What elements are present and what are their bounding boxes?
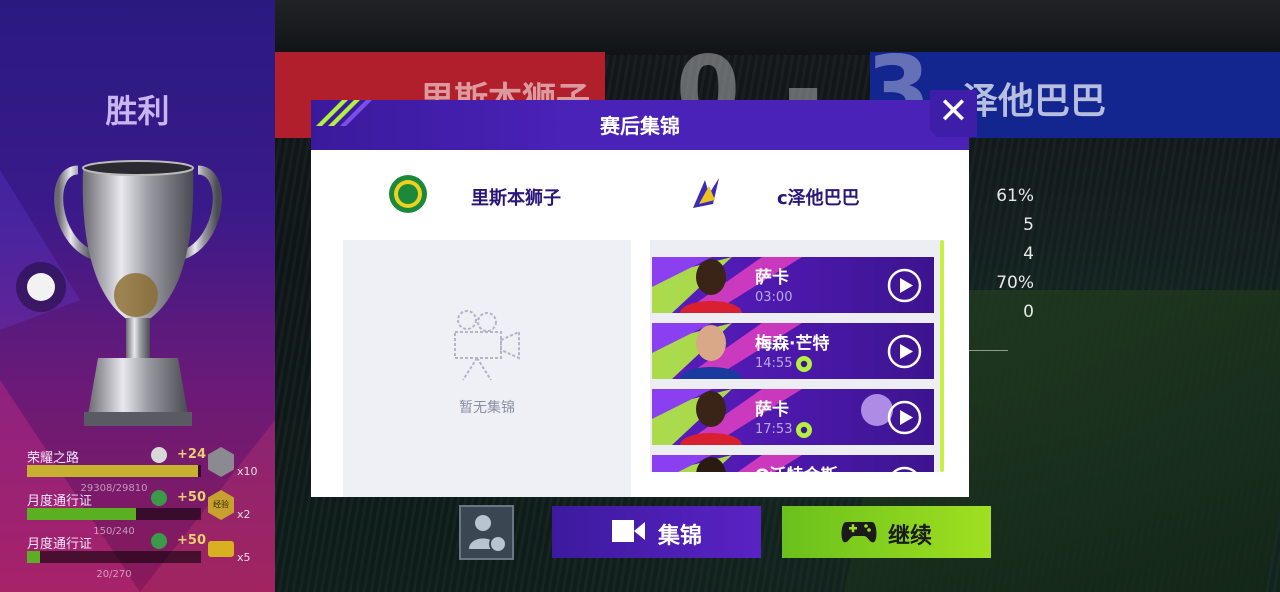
empty-highlights-text: 暂无集锦 (459, 400, 515, 416)
progress-label: 月度通行证 (27, 494, 93, 509)
highlights-button-label: 集锦 (658, 524, 703, 549)
camera-empty-icon (454, 310, 520, 381)
away-highlights-list: 萨卡 03:00 梅森·芒特 14:55 萨卡 17:53 Q沃特金斯 (650, 240, 940, 472)
progress-gain: +24 (177, 447, 206, 462)
goal-ball-icon (796, 422, 812, 438)
progress-track: 150/240 (27, 508, 201, 537)
ball-small-icon (151, 533, 167, 549)
stat-value: 5 (1023, 215, 1034, 235)
modal-title: 赛后集锦 (600, 114, 680, 138)
away-team-badge-icon (693, 178, 719, 208)
progress-value: 20/270 (96, 569, 132, 580)
stat-value: 4 (1023, 244, 1034, 264)
trophy-icon (54, 160, 222, 426)
player-portrait-icon (680, 325, 742, 379)
highlight-clip[interactable]: 萨卡 17:53 (652, 389, 934, 445)
clip-time: 03:00 (755, 290, 793, 305)
goal-ball-icon (796, 356, 812, 372)
gamepad-icon (841, 522, 877, 543)
player-card-icon (469, 515, 507, 553)
player-portrait-icon (680, 259, 742, 313)
reward-multiplier: x2 (237, 508, 251, 521)
reward-multiplier: x10 (237, 465, 258, 478)
xp-badge-icon: 经验 (208, 490, 234, 520)
highlights-scrollbar[interactable] (940, 240, 944, 472)
stat-value: 61% (996, 186, 1034, 206)
play-icon[interactable] (887, 334, 922, 369)
match-stats: 61% 5 4 70% 0 (990, 186, 1034, 331)
clip-time: 14:55 (755, 356, 793, 371)
side-toggle-button[interactable] (16, 262, 66, 312)
clip-player-name: Q沃特金斯 (755, 461, 837, 472)
play-icon[interactable] (887, 400, 922, 435)
scoreboard-away-team: 泽他巴巴 (962, 81, 1107, 122)
progress-fill (27, 508, 136, 520)
highlight-clip[interactable]: 梅森·芒特 14:55 (652, 323, 934, 379)
reward-multiplier: x5 (237, 551, 251, 564)
clip-player-name: 萨卡 (755, 400, 789, 420)
home-team-name: 里斯本狮子 (471, 188, 561, 209)
play-icon[interactable] (887, 466, 922, 472)
highlight-clip[interactable]: Q沃特金斯 (652, 455, 934, 472)
progress-gain: +50 (177, 490, 206, 505)
player-profile-button[interactable] (459, 505, 514, 560)
home-team-row: 里斯本狮子 (311, 174, 631, 216)
progress-fill (27, 551, 40, 563)
progress-track: 20/270 (27, 551, 201, 580)
progress-label: 荣耀之路 (27, 451, 80, 466)
progress-fill (27, 465, 198, 477)
clip-time: 17:53 (755, 422, 793, 437)
home-team-badge-icon (389, 175, 427, 213)
highlight-clip[interactable]: 萨卡 03:00 (652, 257, 934, 313)
progress-label: 月度通行证 (27, 537, 93, 552)
continue-button-label: 继续 (888, 524, 933, 549)
player-portrait-icon (680, 391, 742, 445)
ball-small-icon (151, 490, 167, 506)
stat-value: 70% (996, 273, 1034, 293)
stat-value: 0 (1023, 302, 1034, 322)
away-team-name: c泽他巴巴 (777, 188, 860, 209)
progress-monthly-pass: 月度通行证 +50 150/240 经验 x2 (27, 490, 267, 537)
ticket-icon (208, 541, 234, 557)
progress-gain: +50 (177, 533, 206, 548)
player-portrait-icon (696, 457, 726, 472)
close-modal-button[interactable]: ✕ (930, 90, 977, 137)
close-icon: ✕ (938, 91, 969, 132)
trophy-small-icon (151, 447, 167, 463)
reward-badge-icon (208, 447, 234, 477)
progress-glory-road: 荣耀之路 +24 29308/29810 x10 (27, 447, 267, 494)
continue-button[interactable]: 继续 (782, 506, 991, 558)
highlights-button[interactable]: 集锦 (552, 506, 761, 558)
video-camera-icon (612, 520, 645, 542)
highlights-modal: 赛后集锦 里斯本狮子 c泽他巴巴 暂无集锦 萨卡 03:00 梅森·芒特 14:… (311, 100, 969, 497)
play-icon[interactable] (887, 268, 922, 303)
clip-player-name: 萨卡 (755, 268, 789, 288)
away-team-row: c泽他巴巴 (641, 174, 969, 216)
progress-monthly-pass-2: 月度通行证 +50 20/270 x5 (27, 533, 267, 580)
home-highlights-empty: 暂无集锦 (343, 240, 631, 497)
modal-header: 赛后集锦 (311, 100, 969, 150)
progress-track: 29308/29810 (27, 465, 201, 494)
clip-player-name: 梅森·芒特 (755, 334, 830, 354)
result-title: 胜利 (105, 92, 170, 130)
